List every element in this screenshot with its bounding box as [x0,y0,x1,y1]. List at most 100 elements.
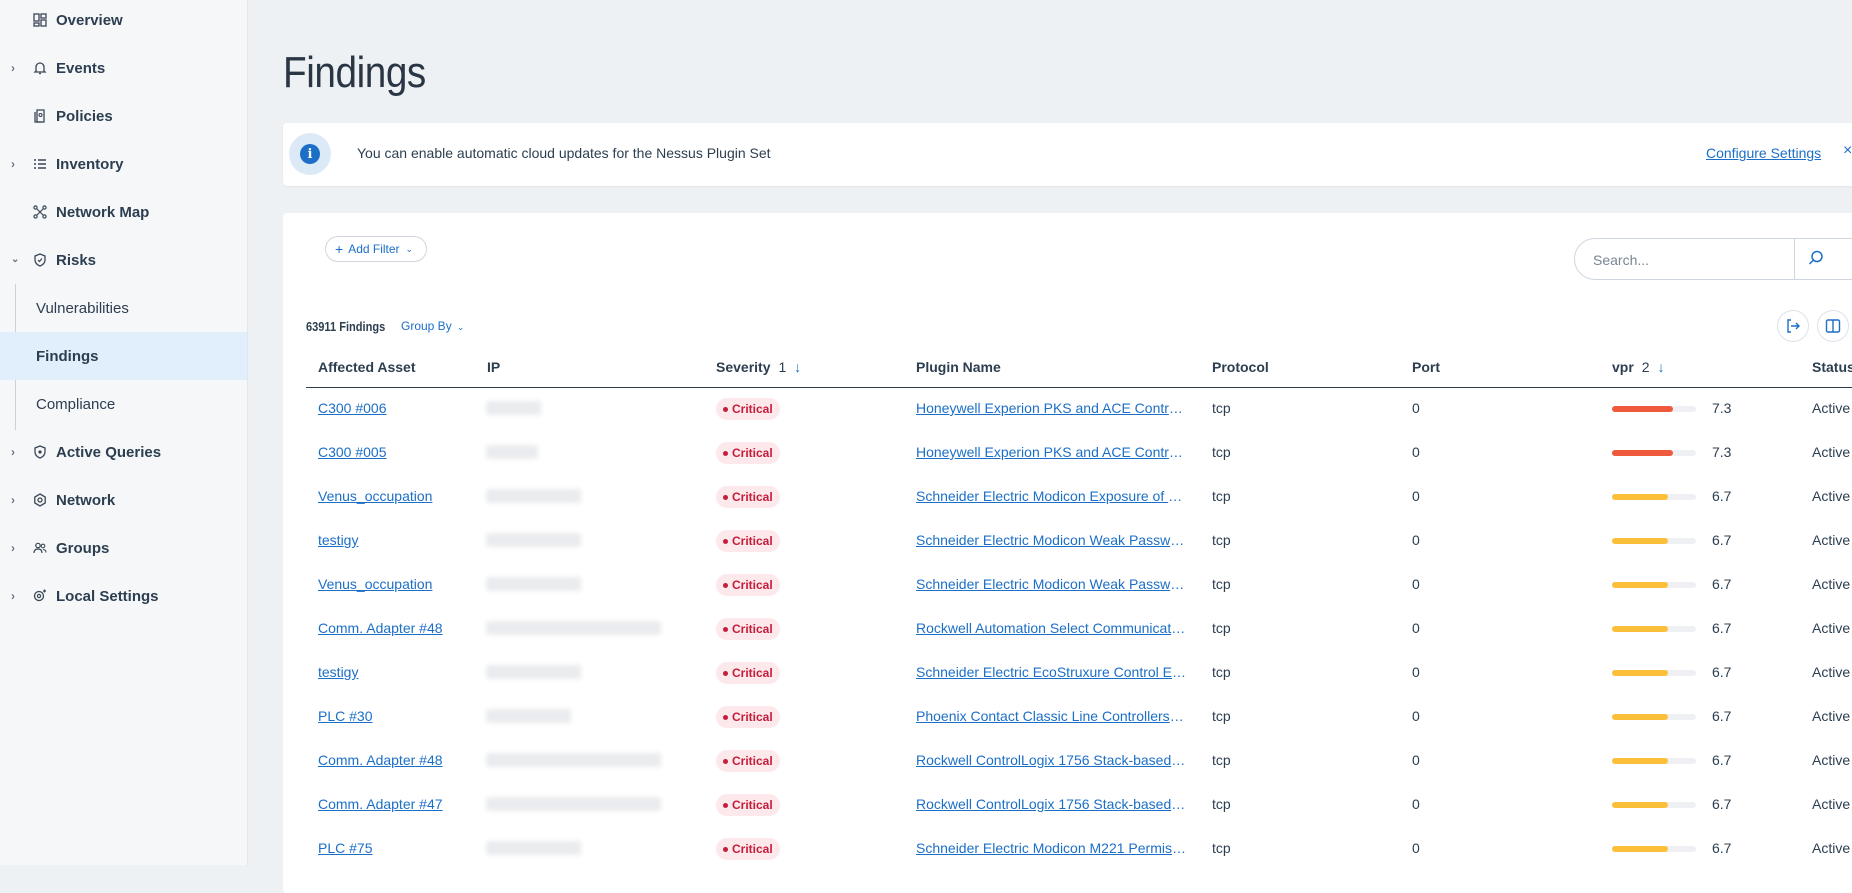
sidebar-item-vulnerabilities[interactable]: Vulnerabilities [0,284,247,332]
vpr-score-fill [1612,406,1674,412]
vpr-score-value: 7.3 [1712,444,1732,460]
chevron-right-icon[interactable]: › [11,158,21,170]
sidebar-item-inventory[interactable]: › Inventory [0,140,247,188]
add-filter-label: Add Filter [348,242,400,256]
sidebar-item-policies[interactable]: Policies [0,92,247,140]
table-row[interactable]: PLC #30 Critical Phoenix Contact Classic L… [306,695,1852,739]
severity-label: Critical [732,578,773,592]
severity-badge: Critical [716,838,780,860]
column-header-status[interactable]: Status [1812,359,1852,375]
plugin-name-link[interactable]: Rockwell ControlLogix 1756 Stack-based B… [916,752,1186,768]
chevron-right-icon[interactable]: › [11,542,21,554]
table-row[interactable]: C300 #005 Critical Honeywell Experion PKS … [306,431,1852,475]
plugin-name-link[interactable]: Honeywell Experion PKS and ACE Controlle… [916,400,1186,416]
table-row[interactable]: PLC #75 Critical Schneider Electric Modico… [306,827,1852,871]
table-row[interactable]: Comm. Adapter #47 Critical Rockwell Contro… [306,783,1852,827]
severity-badge: Critical [716,706,780,728]
column-header-ip[interactable]: IP [487,359,500,375]
chevron-down-icon[interactable]: ⌄ [11,255,21,265]
port-cell: 0 [1412,840,1420,856]
configure-settings-link[interactable]: Configure Settings [1706,145,1821,161]
search-box [1574,238,1852,280]
table-row[interactable]: testigy Critical Schneider Electric EcoStr… [306,651,1852,695]
vpr-score-fill [1612,802,1669,808]
close-icon[interactable]: × [1843,142,1852,160]
vpr-score-bar [1612,846,1696,852]
table-row[interactable]: Comm. Adapter #48 Critical Rockwell Automa… [306,607,1852,651]
export-button[interactable] [1777,310,1809,342]
status-cell: Active [1812,664,1851,680]
affected-asset-link[interactable]: Comm. Adapter #48 [318,620,443,636]
search-icon[interactable] [1807,249,1827,269]
table-row[interactable]: Venus_occupation Critical Schneider Electr… [306,475,1852,519]
column-header-plugin[interactable]: Plugin Name [916,359,1001,375]
info-banner: i You can enable automatic cloud updates… [283,123,1852,186]
port-cell: 0 [1412,752,1420,768]
affected-asset-link[interactable]: PLC #75 [318,840,372,856]
chevron-right-icon[interactable]: › [11,446,21,458]
table-row[interactable]: Venus_occupation Critical Schneider Electr… [306,563,1852,607]
affected-asset-link[interactable]: Venus_occupation [318,576,432,592]
affected-asset-link[interactable]: testigy [318,664,358,680]
table-row[interactable]: testigy Critical Schneider Electric Modico… [306,519,1852,563]
table-row[interactable]: Comm. Adapter #48 Critical Rockwell Contro… [306,739,1852,783]
plugin-name-link[interactable]: Rockwell ControlLogix 1756 Stack-based B… [916,796,1186,812]
port-cell: 0 [1412,796,1420,812]
affected-asset-link[interactable]: PLC #30 [318,708,372,724]
sidebar-item-network-map[interactable]: Network Map [0,188,247,236]
sidebar-item-label: Active Queries [56,443,162,461]
plugin-name-link[interactable]: Rockwell Automation Select Communication… [916,620,1186,636]
vpr-score-bar [1612,758,1696,764]
sidebar-item-network[interactable]: › Network [0,476,247,524]
port-cell: 0 [1412,532,1420,548]
port-cell: 0 [1412,664,1420,680]
column-header-port[interactable]: Port [1412,359,1440,375]
column-header-asset[interactable]: Affected Asset [318,359,416,375]
sidebar-item-compliance[interactable]: Compliance [0,380,247,428]
column-header-vpr[interactable]: vpr 2 ↓ [1612,359,1665,375]
chevron-right-icon[interactable]: › [11,590,21,602]
sidebar-item-events[interactable]: › Events [0,44,247,92]
severity-dot-icon [723,626,728,632]
chevron-right-icon[interactable]: › [11,62,21,74]
sidebar-item-active-queries[interactable]: › Active Queries [0,428,247,476]
plugin-name-link[interactable]: Honeywell Experion PKS and ACE Controlle… [916,444,1186,460]
search-divider [1794,239,1795,279]
export-icon [1787,319,1800,333]
chevron-right-icon[interactable]: › [11,494,21,506]
affected-asset-link[interactable]: C300 #006 [318,400,387,416]
sidebar-item-risks[interactable]: ⌄ Risks [0,236,247,284]
affected-asset-link[interactable]: Comm. Adapter #47 [318,796,443,812]
sidebar-item-overview[interactable]: Overview [0,0,247,44]
search-input[interactable] [1591,248,1765,272]
plugin-name-link[interactable]: Schneider Electric Modicon Weak Password… [916,532,1186,548]
vpr-score-value: 6.7 [1712,796,1732,812]
severity-dot-icon [723,758,728,764]
affected-asset-link[interactable]: C300 #005 [318,444,387,460]
column-header-protocol[interactable]: Protocol [1212,359,1269,375]
affected-asset-link[interactable]: Comm. Adapter #48 [318,752,443,768]
severity-dot-icon [723,714,728,720]
plugin-name-link[interactable]: Phoenix Contact Classic Line Controllers… [916,708,1186,724]
sidebar-item-local-settings[interactable]: › Local Settings [0,572,247,620]
affected-asset-link[interactable]: testigy [318,532,358,548]
vpr-score-bar [1612,626,1696,632]
plugin-name-link[interactable]: Schneider Electric Modicon Exposure of S… [916,488,1186,504]
status-cell: Active [1812,752,1851,768]
columns-button[interactable] [1817,310,1849,342]
vpr-score-fill [1612,538,1669,544]
sidebar-item-findings[interactable]: Findings [0,332,247,380]
sidebar-item-groups[interactable]: › Groups [0,524,247,572]
add-filter-button[interactable]: + Add Filter ⌄ [325,236,427,262]
group-by-button[interactable]: Group By ⌄ [401,319,464,333]
status-cell: Active [1812,840,1851,856]
plugin-name-link[interactable]: Schneider Electric Modicon M221 Permissi… [916,840,1186,856]
plugin-name-link[interactable]: Schneider Electric Modicon Weak Password… [916,576,1186,592]
findings-count: 63911 Findings [306,319,386,334]
list-icon [32,156,48,172]
column-header-severity[interactable]: Severity 1 ↓ [716,359,801,375]
affected-asset-link[interactable]: Venus_occupation [318,488,432,504]
plugin-name-link[interactable]: Schneider Electric EcoStruxure Control E… [916,664,1186,680]
vpr-score-value: 6.7 [1712,840,1732,856]
table-row[interactable]: C300 #006 Critical Honeywell Experion PKS … [306,387,1852,431]
